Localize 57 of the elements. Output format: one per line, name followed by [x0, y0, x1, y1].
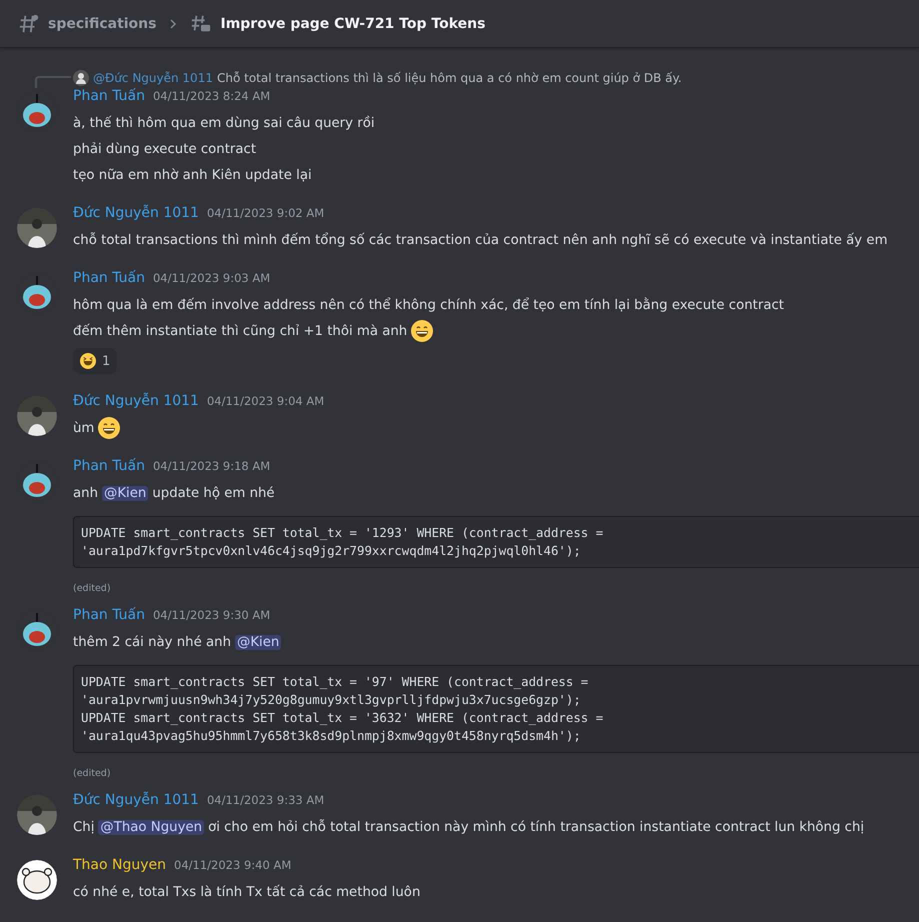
message-text: anh — [73, 486, 98, 500]
timestamp: 04/11/2023 9:02 AM — [206, 206, 324, 220]
chevron-icon — [168, 18, 178, 28]
reply-avatar-icon — [73, 70, 89, 86]
message-text: thêm 2 cái này nhé anh — [73, 634, 232, 650]
user-mention[interactable]: @Kien — [235, 634, 282, 650]
code-line: 'aura1pvrwmjuusn9wh34j7y520g8gumuy9xtl3gvprlljfdpwju3x7ucsge6gzp'); — [81, 691, 581, 709]
code-line: 'aura1pd7kfgvr5tpcv0xnlv46c4jsq9jg2r799xxrcwqdm4l2jhq2pjwql0hl46'); — [81, 542, 581, 560]
message-text: tẹo nữa em nhờ anh Kiên update lại — [73, 168, 312, 182]
grinning-face-icon — [98, 417, 120, 439]
author-name[interactable]: Phan Tuấn — [73, 88, 145, 104]
timestamp: 04/11/2023 8:24 AM — [152, 89, 270, 103]
grinning-face-icon — [411, 320, 434, 342]
author-name[interactable]: Phan Tuấn — [73, 607, 145, 623]
code-line: UPDATE smart_contracts SET total_tx = '3632' WHERE (contract_address = — [81, 709, 604, 727]
message-text: có nhé e, total Txs là tính Tx tất cả các method luôn — [73, 884, 420, 900]
thread-icon — [190, 12, 212, 34]
user-mention[interactable]: @Kien — [102, 486, 148, 500]
message-text: phải dùng execute contract — [73, 142, 256, 156]
timestamp: 04/11/2023 9:03 AM — [152, 271, 270, 285]
timestamp: 04/11/2023 9:04 AM — [206, 394, 324, 408]
user-avatar[interactable] — [17, 795, 57, 835]
user-mention[interactable]: @Thao Nguyen — [98, 820, 204, 834]
author-name[interactable]: Phan Tuấn — [73, 458, 145, 474]
reaction-button[interactable]: 1 — [73, 348, 118, 374]
message-text: hôm qua là em đếm involve address nên có thể không chính xác, để tẹo em tính lại bằng execute contract — [73, 298, 784, 312]
author-name[interactable]: Đức Nguyễn 1011 — [73, 393, 199, 409]
message-text: đếm thêm instantiate thì cũng chỉ +1 thôi mà anh — [73, 324, 408, 338]
message-text: ùm — [73, 420, 94, 436]
channel-hash-icon — [18, 12, 40, 34]
reply-line — [35, 76, 71, 88]
author-name[interactable]: Phan Tuấn — [73, 270, 145, 286]
timestamp: 04/11/2023 9:40 AM — [174, 858, 292, 872]
edited-label: (edited) — [73, 768, 111, 779]
code-line: UPDATE smart_contracts SET total_tx = '1293' WHERE (contract_address = — [81, 524, 604, 542]
message-text: chỗ total transactions thì mình đếm tổng số các transaction của contract nên anh nghĩ sẽ có execute và instantiate ấy em — [73, 232, 888, 248]
code-line: 'aura1qu43pvag5hu95hmml7y658t3k8sd9plnmpj8xmw9qgy0t458nyrq5dsm4h'); — [81, 727, 581, 745]
author-name[interactable]: Đức Nguyễn 1011 — [73, 205, 199, 221]
message-text: à, thế thì hôm qua em dùng sai câu query rồi — [73, 116, 375, 130]
reply-mention[interactable]: @Đức Nguyễn 1011 — [93, 71, 213, 85]
reply-text: Chỗ total transactions thì là số liệu hôm qua a có nhờ em count giúp ở DB ấy. — [216, 71, 682, 85]
user-avatar[interactable] — [17, 208, 57, 248]
laughing-face-icon — [80, 353, 96, 369]
timestamp: 04/11/2023 9:30 AM — [152, 608, 270, 622]
message-text: Chị — [73, 820, 94, 834]
parent-channel-name[interactable]: specifications — [48, 16, 156, 32]
code-line: UPDATE smart_contracts SET total_tx = '97' WHERE (contract_address = — [81, 673, 588, 691]
timestamp: 04/11/2023 9:18 AM — [152, 459, 270, 473]
thread-title: Improve page CW-721 Top Tokens — [220, 16, 486, 32]
edited-label: (edited) — [73, 583, 111, 594]
user-avatar[interactable] — [17, 396, 57, 436]
timestamp: 04/11/2023 9:33 AM — [206, 793, 324, 807]
message-text: update hộ em nhé — [152, 486, 275, 500]
message-text: ơi cho em hỏi chỗ total transaction này mình có tính transaction instantiate contract lun không chị — [208, 820, 864, 834]
author-name[interactable]: Thao Nguyen — [73, 857, 166, 873]
author-name[interactable]: Đức Nguyễn 1011 — [73, 792, 199, 808]
user-avatar[interactable] — [17, 860, 57, 900]
